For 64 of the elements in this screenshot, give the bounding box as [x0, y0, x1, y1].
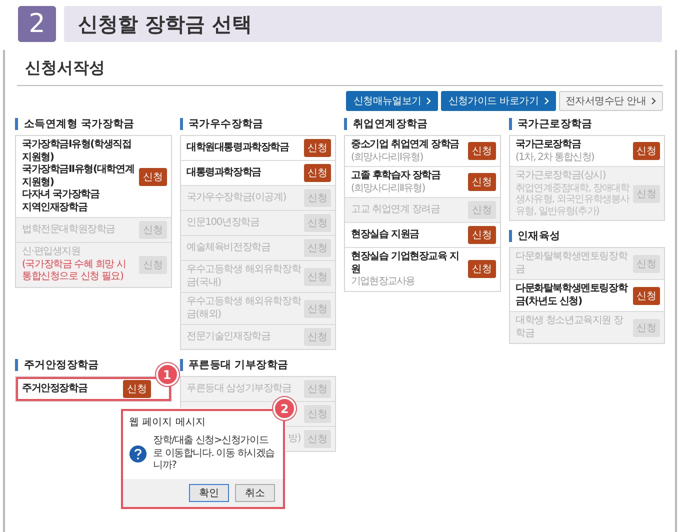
group-heading: 국가우수장학금: [180, 118, 336, 130]
cancel-button[interactable]: 취소: [235, 484, 275, 502]
scholarship-name: 중소기업 취업연계 장학금: [351, 139, 460, 152]
scholarship-name: 고졸 후학습자 장학금: [351, 170, 442, 182]
group-heading: 취업연계장학금: [344, 118, 500, 130]
chevron-icon: [651, 97, 656, 105]
scholarship-name: 다문화탈북학생멘토링장학금(차년도 신청): [516, 283, 629, 308]
dialog-message: 장학/대출 신청>신청가이드로 이동합니다. 이동 하시겠습니까?: [153, 435, 276, 472]
group-heading: 인재육성: [508, 230, 665, 242]
scholarship-name: 다자녀 국가장학금: [22, 189, 100, 202]
scholarship-subtext: (1차, 2차 통합신청): [516, 152, 595, 163]
page-title: 신청서작성: [24, 57, 106, 79]
apply-button[interactable]: 신청: [468, 142, 496, 160]
scholarship-name: 인문100년장학금: [186, 216, 260, 230]
scholarship-subtext: (희망사다리Ⅰ유형): [351, 152, 424, 163]
scholarship-note: (국가장학금 수혜 희망 시 통합신청으로 신청 필요): [22, 258, 127, 284]
scholarship-name: 대통령과학장학금: [186, 166, 262, 180]
apply-button[interactable]: 신청: [632, 286, 660, 304]
apply-button[interactable]: 신청: [632, 142, 660, 160]
scholarship-name: 우수고등학생 해외유학장학금(국내): [186, 264, 301, 289]
apply-button[interactable]: 신청: [468, 173, 496, 191]
apply-button[interactable]: 신청: [468, 260, 496, 278]
scholarship-name: 다문화탈북학생멘토링장학금: [516, 251, 629, 276]
question-icon: [129, 444, 147, 463]
scholarship-name: 주거안정장학금: [22, 382, 88, 396]
apply-button[interactable]: 신청: [304, 164, 331, 182]
group-heading: 푸른등대 기부장학금: [180, 359, 336, 371]
chevron-icon: [544, 97, 549, 105]
callout-badge: 2: [273, 397, 296, 420]
toolbar-button[interactable]: 전자서명수단 안내: [558, 91, 663, 111]
confirm-button[interactable]: 확인: [189, 484, 229, 502]
scholarship-name: 고교 취업연계 장려금: [351, 204, 441, 216]
scholarship-name: 국가장학금Ⅰ유형(학생직접지원형): [22, 139, 132, 164]
apply-button[interactable]: 신청: [139, 168, 166, 186]
scholarship-name: 현장실습 기업현장교육 지원: [351, 251, 460, 276]
toolbar-button[interactable]: 신청가이드 바로가기: [441, 91, 556, 111]
dialog-title: 웹 페이지 메시지: [128, 416, 206, 429]
scholarship-name: 예술체육비전장학금: [186, 242, 272, 254]
scholarship-name: 법학전문대학원장학금: [22, 224, 116, 236]
scholarship-name: 대학원대통령과학장학금: [186, 142, 290, 154]
chevron-icon: [426, 97, 432, 105]
scholarship-name: 국가우수장학금(이공계): [186, 192, 287, 204]
scholarship-name: 방): [288, 432, 301, 446]
scholarship-name: 현장실습 지원금: [351, 228, 420, 242]
scholarship-name: 전문기술인재장학금: [186, 330, 272, 344]
scholarship-name: 지역인재장학금: [22, 202, 88, 214]
step-title: 신청할 장학금 선택: [64, 6, 662, 42]
scholarship-name: 국가장학금Ⅱ유형(대학연계지원형): [22, 164, 136, 189]
scholarship-name: 푸른등대 삼성기부장학금: [186, 382, 292, 396]
scholarship-name: 신·편입생지원: [22, 246, 82, 258]
scholarship-name: 우수고등학생 해외유학장학금(해외): [186, 296, 301, 321]
apply-button[interactable]: 신청: [123, 380, 150, 398]
apply-button[interactable]: 신청: [304, 139, 331, 157]
group-heading: 국가근로장학금: [508, 118, 665, 130]
scholarship-subtext: (희망사다리Ⅱ유형): [351, 182, 426, 194]
callout-badge: 1: [156, 363, 178, 386]
apply-button[interactable]: 신청: [468, 226, 496, 244]
scholarship-subtext: 기업현장교사용: [351, 276, 416, 288]
scholarship-name: 국가근로장학금(상시): [516, 170, 607, 182]
scholarship-name: 국가근로장학금: [516, 139, 582, 152]
toolbar-button[interactable]: 신청매뉴얼보기: [346, 91, 438, 111]
step-number: 2: [18, 6, 56, 42]
group-heading: 소득연계형 국가장학금: [15, 118, 172, 130]
scholarship-name: 대학생 청소년교육지원 장학금: [516, 315, 624, 340]
